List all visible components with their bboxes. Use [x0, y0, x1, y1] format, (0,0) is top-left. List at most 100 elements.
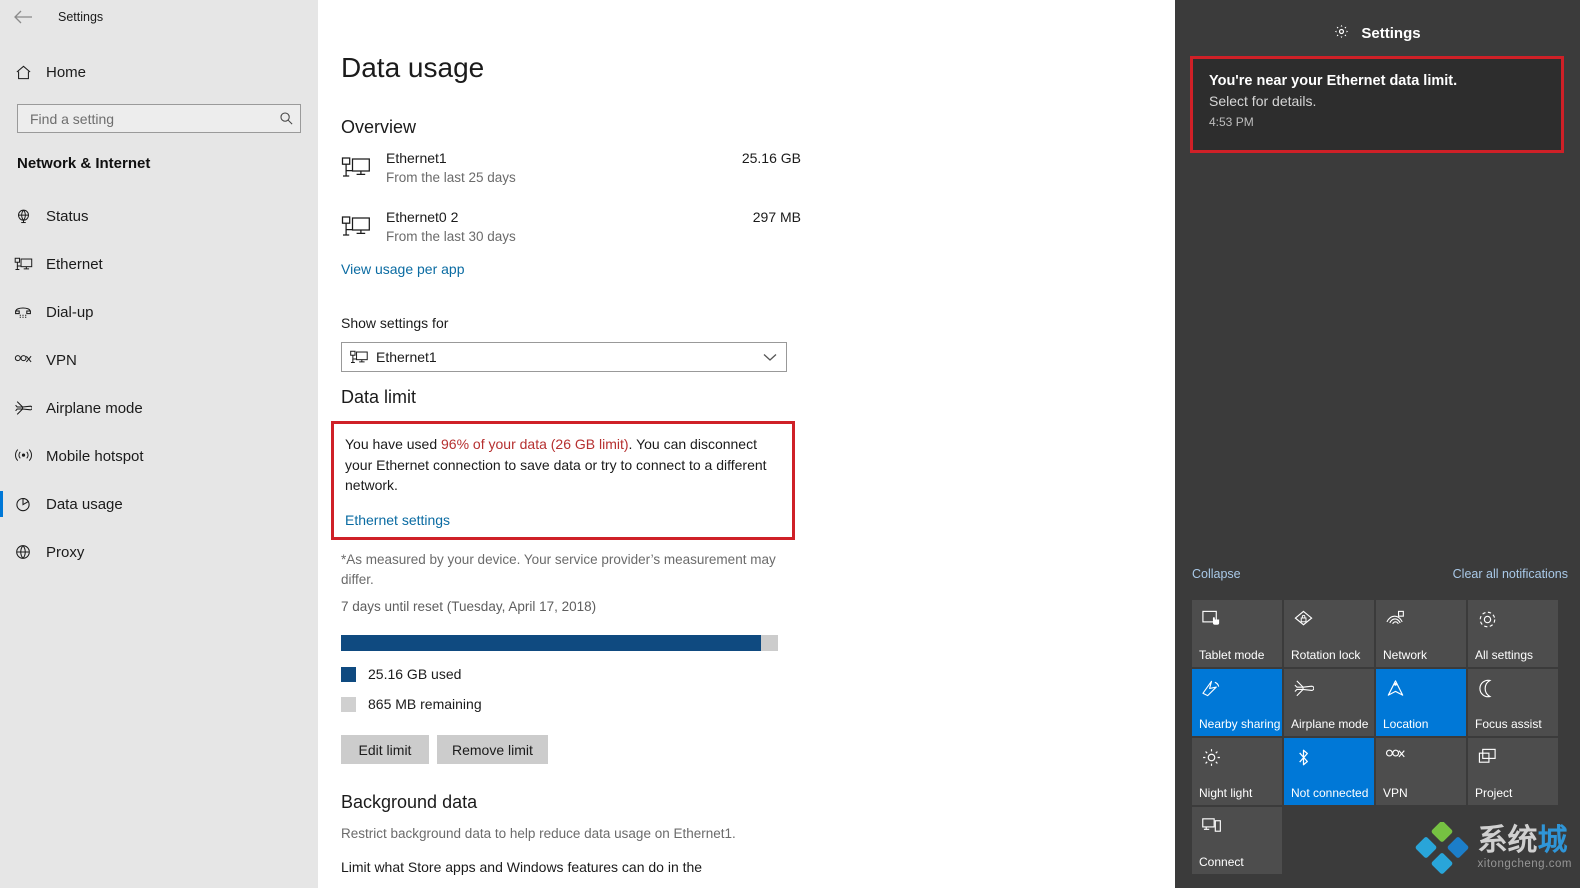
- network-select[interactable]: Ethernet1: [341, 342, 787, 372]
- quick-action-label: Project: [1475, 786, 1513, 800]
- ethernet-settings-link[interactable]: Ethernet settings: [345, 512, 450, 528]
- remove-limit-button[interactable]: Remove limit: [437, 735, 548, 764]
- sidebar-category-title: Network & Internet: [17, 155, 151, 172]
- data-limit-heading: Data limit: [341, 387, 417, 407]
- usage-row[interactable]: Ethernet0 2 From the last 30 days 297 MB: [341, 209, 801, 253]
- ethernet-icon: [341, 214, 373, 242]
- vpn-icon: [1385, 747, 1406, 768]
- sidebar-item-airplane-mode[interactable]: Airplane mode: [0, 384, 318, 432]
- sidebar-nav-list: Status Ethernet Dial-up VPN Airplane mod…: [0, 192, 318, 576]
- sidebar-item-vpn[interactable]: VPN: [0, 336, 318, 384]
- sidebar-item-proxy[interactable]: Proxy: [0, 528, 318, 576]
- sidebar-item-label: Mobile hotspot: [46, 447, 144, 465]
- settings-window: Settings Home Networ: [0, 0, 1175, 888]
- sidebar-item-ethernet[interactable]: Ethernet: [0, 240, 318, 288]
- sidebar-item-label: Data usage: [46, 495, 123, 513]
- notification-title: You're near your Ethernet data limit.: [1209, 73, 1458, 89]
- project-screen-icon: [1477, 747, 1498, 771]
- sidebar-item-mobile-hotspot[interactable]: Mobile hotspot: [0, 432, 318, 480]
- connect-device-icon: [1201, 816, 1222, 840]
- progress-bar-fill: [341, 635, 761, 651]
- watermark-brand-accent: 城: [1537, 823, 1568, 858]
- usage-row-amount: 25.16 GB: [741, 150, 801, 166]
- sidebar-item-home[interactable]: Home: [0, 55, 318, 89]
- legend-label-remaining: 865 MB remaining: [368, 696, 482, 712]
- sidebar-item-label: Proxy: [46, 543, 85, 561]
- notification-time: 4:53 PM: [1209, 115, 1254, 129]
- data-usage-progress-bar: [341, 635, 778, 651]
- vpn-icon: [0, 353, 46, 367]
- chevron-down-icon: [754, 353, 786, 362]
- bluetooth-icon: [1293, 747, 1314, 773]
- background-data-line: Limit what Store apps and Windows featur…: [341, 859, 703, 875]
- quick-action-label: Connect: [1199, 855, 1244, 869]
- measured-by-device-note: *As measured by your device. Your servic…: [341, 552, 776, 587]
- quick-action-night-light[interactable]: Night light: [1192, 738, 1282, 805]
- watermark-logo-icon: [1415, 821, 1469, 874]
- view-usage-per-app-link[interactable]: View usage per app: [341, 261, 465, 277]
- quick-action-location[interactable]: Location: [1376, 669, 1466, 736]
- sidebar-item-label: Dial-up: [46, 303, 94, 321]
- tablet-mode-icon: [1201, 609, 1222, 635]
- action-center-app-header: Settings: [1175, 24, 1580, 43]
- back-arrow-icon[interactable]: [0, 1, 46, 33]
- quick-action-label: Rotation lock: [1291, 648, 1361, 662]
- quick-action-label: Focus assist: [1475, 717, 1542, 731]
- legend-swatch-used: [341, 666, 356, 682]
- legend-swatch-remaining: [341, 696, 356, 712]
- quick-action-rotation-lock[interactable]: Rotation lock: [1284, 600, 1374, 667]
- quick-action-label: Tablet mode: [1199, 648, 1265, 662]
- window-titlebar: Settings: [0, 0, 318, 34]
- quick-action-tablet-mode[interactable]: Tablet mode: [1192, 600, 1282, 667]
- quick-action-label: Airplane mode: [1291, 717, 1369, 731]
- action-center-app-title: Settings: [1361, 25, 1421, 42]
- usage-row-amount: 297 MB: [752, 209, 801, 225]
- search-icon: [272, 111, 300, 126]
- notification-highlight-outline: You're near your Ethernet data limit. Se…: [1190, 56, 1564, 153]
- ethernet-icon: [341, 155, 373, 183]
- gear-icon: [1477, 609, 1498, 635]
- quick-action-airplane-mode[interactable]: Airplane mode: [1284, 669, 1374, 736]
- usage-row[interactable]: Ethernet1 From the last 25 days 25.16 GB: [341, 150, 801, 194]
- watermark-brand: 系统城: [1478, 826, 1572, 856]
- page-title: Data usage: [341, 52, 485, 83]
- screen: Settings Home Networ: [0, 0, 1580, 888]
- quick-action-vpn[interactable]: VPN: [1376, 738, 1466, 805]
- sidebar-home-label: Home: [46, 63, 87, 81]
- sidebar-item-label: VPN: [46, 351, 77, 369]
- collapse-link[interactable]: Collapse: [1192, 567, 1241, 581]
- quick-action-focus-assist[interactable]: Focus assist: [1468, 669, 1558, 736]
- network-wifi-icon: [1385, 609, 1406, 635]
- quick-action-nearby-sharing[interactable]: Nearby sharing: [1192, 669, 1282, 736]
- network-select-value: Ethernet1: [376, 349, 437, 365]
- overview-heading: Overview: [341, 117, 417, 137]
- quick-action-project[interactable]: Project: [1468, 738, 1558, 805]
- sidebar-item-status[interactable]: Status: [0, 192, 318, 240]
- data-limit-warning-box: You have used 96% of your data (26 GB li…: [331, 421, 795, 540]
- selection-indicator: [0, 491, 3, 517]
- edit-limit-button[interactable]: Edit limit: [341, 735, 429, 764]
- warning-highlight: 96% of your data (26 GB limit): [441, 436, 629, 452]
- notification-body: Select for details.: [1209, 93, 1317, 109]
- main-content: Data usage Overview Ethernet1 From the l…: [318, 0, 1175, 888]
- quick-action-connect[interactable]: Connect: [1192, 807, 1282, 874]
- watermark: 系统城 xitongcheng.com: [1415, 821, 1572, 874]
- sidebar-item-label: Ethernet: [46, 255, 103, 273]
- limit-buttons-row: Edit limit Remove limit: [341, 735, 548, 764]
- search-box[interactable]: [17, 104, 301, 133]
- sidebar-item-dial-up[interactable]: Dial-up: [0, 288, 318, 336]
- quick-action-network[interactable]: Network: [1376, 600, 1466, 667]
- clear-all-notifications-link[interactable]: Clear all notifications: [1453, 567, 1568, 581]
- data-limit-warning-text: You have used 96% of your data (26 GB li…: [345, 434, 787, 496]
- quick-action-bluetooth[interactable]: Not connected: [1284, 738, 1374, 805]
- moon-icon: [1477, 678, 1498, 704]
- search-input[interactable]: [18, 110, 272, 127]
- sidebar-item-data-usage[interactable]: Data usage: [0, 480, 318, 528]
- watermark-text: 系统城 xitongcheng.com: [1478, 826, 1572, 871]
- quick-action-label: All settings: [1475, 648, 1534, 662]
- usage-row-name: Ethernet1: [386, 150, 447, 166]
- notification-card[interactable]: You're near your Ethernet data limit. Se…: [1193, 59, 1561, 150]
- quick-action-label: Night light: [1199, 786, 1253, 800]
- quick-action-all-settings[interactable]: All settings: [1468, 600, 1558, 667]
- nearby-sharing-icon: [1201, 678, 1222, 704]
